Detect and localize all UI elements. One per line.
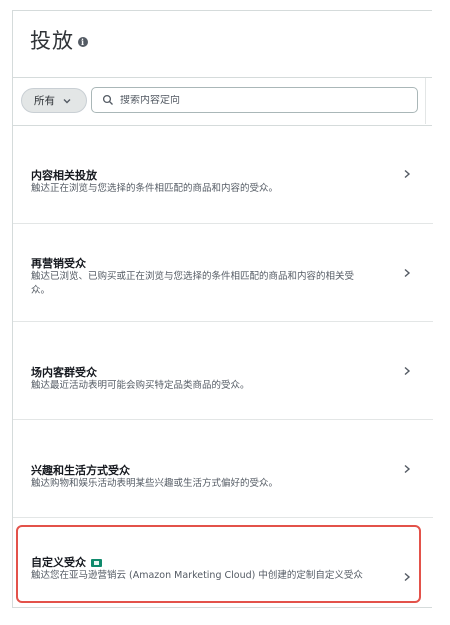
- search-input[interactable]: [120, 94, 400, 106]
- search-field[interactable]: [91, 87, 418, 113]
- list-item-title: 兴趣和生活方式受众: [31, 464, 130, 477]
- filter-dropdown-label: 所有: [34, 95, 55, 107]
- list-item-description: 触达最近活动表明可能会购买特定品类商品的受众。: [31, 380, 250, 391]
- chevron-right-icon: [404, 572, 411, 582]
- filter-dropdown[interactable]: 所有: [21, 88, 87, 113]
- list-item-description: 触达已浏览、已购买或正在浏览与您选择的条件相匹配的商品和内容的相关受众。: [31, 271, 355, 296]
- page-title: 投放 i: [30, 25, 88, 55]
- chevron-down-icon: [63, 98, 71, 103]
- list-item-description: 触达正在浏览与您选择的条件相匹配的商品和内容的受众。: [31, 183, 279, 194]
- list-item-title-row: 自定义受众: [31, 554, 102, 570]
- page-title-text: 投放: [30, 29, 74, 53]
- list-item-in-market-audiences[interactable]: 场内客群受众 触达最近活动表明可能会购买特定品类商品的受众。: [13, 322, 433, 420]
- chevron-right-icon: [404, 366, 411, 376]
- amc-badge-icon: [91, 559, 102, 567]
- search-icon: [102, 94, 113, 105]
- chevron-right-icon: [404, 464, 411, 474]
- search-bar-tail: [425, 78, 434, 124]
- list-item-title: 自定义受众: [31, 556, 86, 569]
- chevron-right-icon: [404, 268, 411, 278]
- info-icon[interactable]: i: [78, 37, 88, 47]
- targeting-panel: 投放 i 所有 内容相关投放 触达正在浏览与您选择的条件相匹配的商品和内容的受众…: [12, 10, 433, 608]
- chevron-right-icon: [404, 169, 411, 179]
- list-item-title: 再营销受众: [31, 257, 86, 270]
- list-item-description: 触达购物和娱乐活动表明某些兴趣或生活方式偏好的受众。: [31, 478, 279, 489]
- list-item-contextual-targeting[interactable]: 内容相关投放 触达正在浏览与您选择的条件相匹配的商品和内容的受众。: [13, 125, 433, 223]
- list-item-description: 触达您在亚马逊营销云 (Amazon Marketing Cloud) 中创建的…: [31, 570, 363, 581]
- list-item-title: 内容相关投放: [31, 169, 97, 182]
- list-item-title: 场内客群受众: [31, 366, 97, 379]
- panel-header: 投放 i: [13, 11, 432, 78]
- list-item-remarketing-audiences[interactable]: 再营销受众 触达已浏览、已购买或正在浏览与您选择的条件相匹配的商品和内容的相关受…: [13, 224, 433, 322]
- list-item-interest-lifestyle-audiences[interactable]: 兴趣和生活方式受众 触达购物和娱乐活动表明某些兴趣或生活方式偏好的受众。: [13, 420, 433, 518]
- list-item-custom-audiences[interactable]: 自定义受众 触达您在亚马逊营销云 (Amazon Marketing Cloud…: [13, 518, 433, 608]
- search-bar: 所有: [13, 78, 432, 126]
